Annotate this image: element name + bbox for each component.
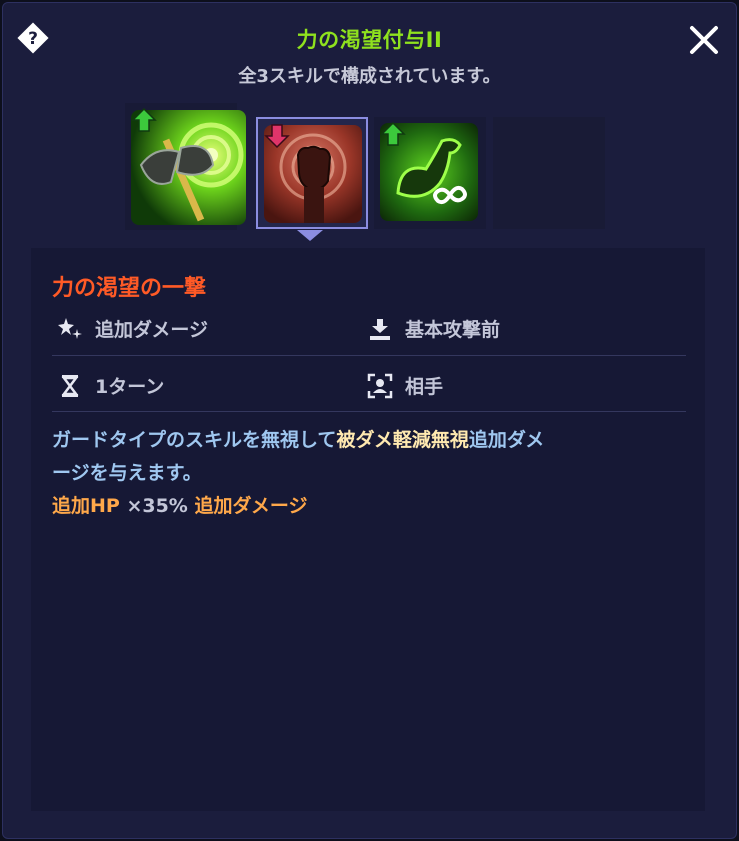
divider <box>52 411 686 412</box>
download-timing-icon <box>367 316 393 342</box>
attr-target: 相手 <box>367 372 443 399</box>
attr-effect: 追加ダメージ <box>57 315 208 342</box>
hourglass-icon <box>57 373 83 399</box>
attr-timing: 基本攻撃前 <box>367 315 500 342</box>
desc-text: 追加ダメ <box>468 429 545 451</box>
desc-text: ガードタイプのスキルを無視して <box>52 429 337 451</box>
desc-text: ージを与えます。 <box>52 462 202 484</box>
set-title: 力の渇望付与II <box>296 28 443 52</box>
desc-highlight: 被ダメ軽減無視 <box>336 429 469 451</box>
bonus-effect: 追加ダメージ <box>194 495 308 517</box>
target-person-icon <box>367 373 393 399</box>
attr-duration-label: 1ターン <box>95 376 165 398</box>
bonus-label: 追加HP <box>52 495 120 517</box>
debuff-down-arrow-icon <box>264 124 290 149</box>
buff-up-arrow-icon <box>380 121 406 146</box>
skill-detail: 力の渇望の一撃 追加ダメージ 基本攻撃前 1ターン 相手 ガードタイプのスキルを… <box>31 248 705 811</box>
skill-slot-empty <box>493 117 605 229</box>
skill-slot-fist[interactable] <box>256 117 368 229</box>
bonus-multiplier: ×35% <box>119 495 195 517</box>
skill-description: ガードタイプのスキルを無視して被ダメ軽減無視追加ダメージを与えます。 追加HP ×… <box>52 424 692 523</box>
set-subtitle: 全3スキルで構成されています。 <box>238 66 501 87</box>
attr-effect-label: 追加ダメージ <box>95 319 209 341</box>
attr-duration: 1ターン <box>57 372 164 399</box>
attr-timing-label: 基本攻撃前 <box>405 319 501 341</box>
skill-slot-arm[interactable] <box>374 117 486 229</box>
buff-up-arrow-icon <box>131 107 157 132</box>
divider <box>52 355 686 356</box>
sparkle-damage-icon <box>57 316 83 342</box>
skill-slot-axe[interactable] <box>125 103 246 230</box>
attr-target-label: 相手 <box>405 376 444 398</box>
selected-pointer <box>297 230 323 241</box>
skill-name: 力の渇望の一撃 <box>52 276 207 301</box>
